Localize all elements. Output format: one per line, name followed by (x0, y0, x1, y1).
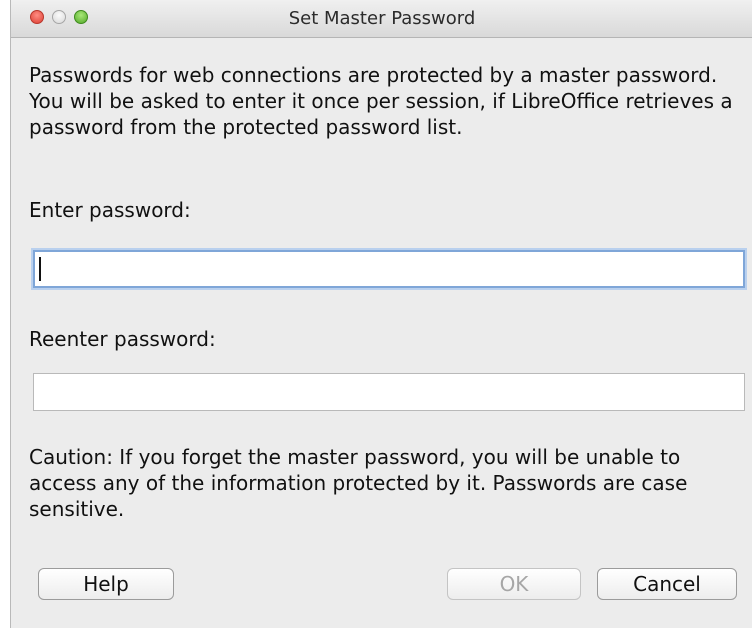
window-title: Set Master Password (288, 8, 476, 29)
enter-password-field[interactable] (33, 250, 745, 288)
enter-password-label: Enter password: (29, 198, 191, 222)
dialog-window: Set Master Password Passwords for web co… (10, 0, 752, 628)
info-text: Passwords for web connections are protec… (29, 63, 733, 139)
ok-button[interactable]: OK (447, 568, 581, 600)
reenter-password-field[interactable] (33, 373, 745, 411)
cancel-button[interactable]: Cancel (597, 568, 737, 600)
text-caret (39, 257, 41, 281)
help-button[interactable]: Help (38, 568, 174, 600)
caution-text: Caution: If you forget the master passwo… (29, 445, 688, 521)
title-bar[interactable]: Set Master Password (11, 0, 752, 38)
reenter-password-label: Reenter password: (29, 327, 216, 351)
